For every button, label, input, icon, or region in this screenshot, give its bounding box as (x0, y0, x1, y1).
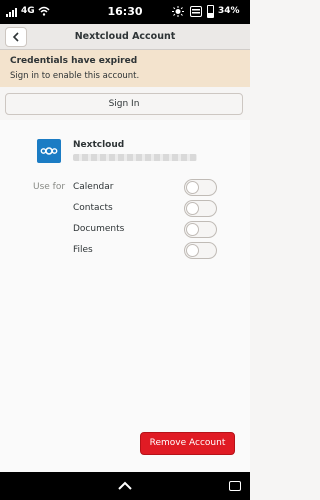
service-label-files: Files (73, 245, 93, 255)
battery-percentage: 34% (218, 6, 240, 16)
expired-infobar: Credentials have expired Sign in to enab… (0, 50, 250, 87)
page-title: Nextcloud Account (74, 31, 176, 42)
use-for-label: Use for (33, 182, 66, 192)
account-identity-redacted (73, 154, 197, 161)
switch-knob (186, 244, 199, 257)
switch-knob (186, 202, 199, 215)
files-switch[interactable] (184, 242, 217, 259)
sign-in-button[interactable]: Sign In (5, 93, 243, 115)
switch-knob (186, 223, 199, 236)
brightness-icon (172, 6, 184, 17)
remove-account-button[interactable]: Remove Account (140, 432, 235, 455)
service-label-calendar: Calendar (73, 182, 114, 192)
infobar-message: Sign in to enable this account. (10, 71, 140, 81)
chevron-up-icon[interactable] (117, 479, 133, 493)
contacts-switch[interactable] (184, 200, 217, 217)
switch-knob (186, 181, 199, 194)
service-label-documents: Documents (73, 224, 125, 234)
status-bar: 4G 16:30 34% (0, 0, 250, 24)
infobar-heading: Credentials have expired (10, 56, 138, 66)
account-panel (0, 120, 250, 472)
keyboard-icon[interactable] (229, 481, 241, 491)
documents-switch[interactable] (184, 221, 217, 238)
bottom-bar (0, 472, 250, 500)
battery-icon (207, 5, 214, 18)
service-label-contacts: Contacts (73, 203, 113, 213)
nextcloud-logo-icon (37, 139, 61, 163)
calendar-switch[interactable] (184, 179, 217, 196)
account-provider-name: Nextcloud (73, 140, 125, 150)
header-bar: Nextcloud Account (0, 24, 250, 50)
storage-icon (190, 6, 202, 17)
